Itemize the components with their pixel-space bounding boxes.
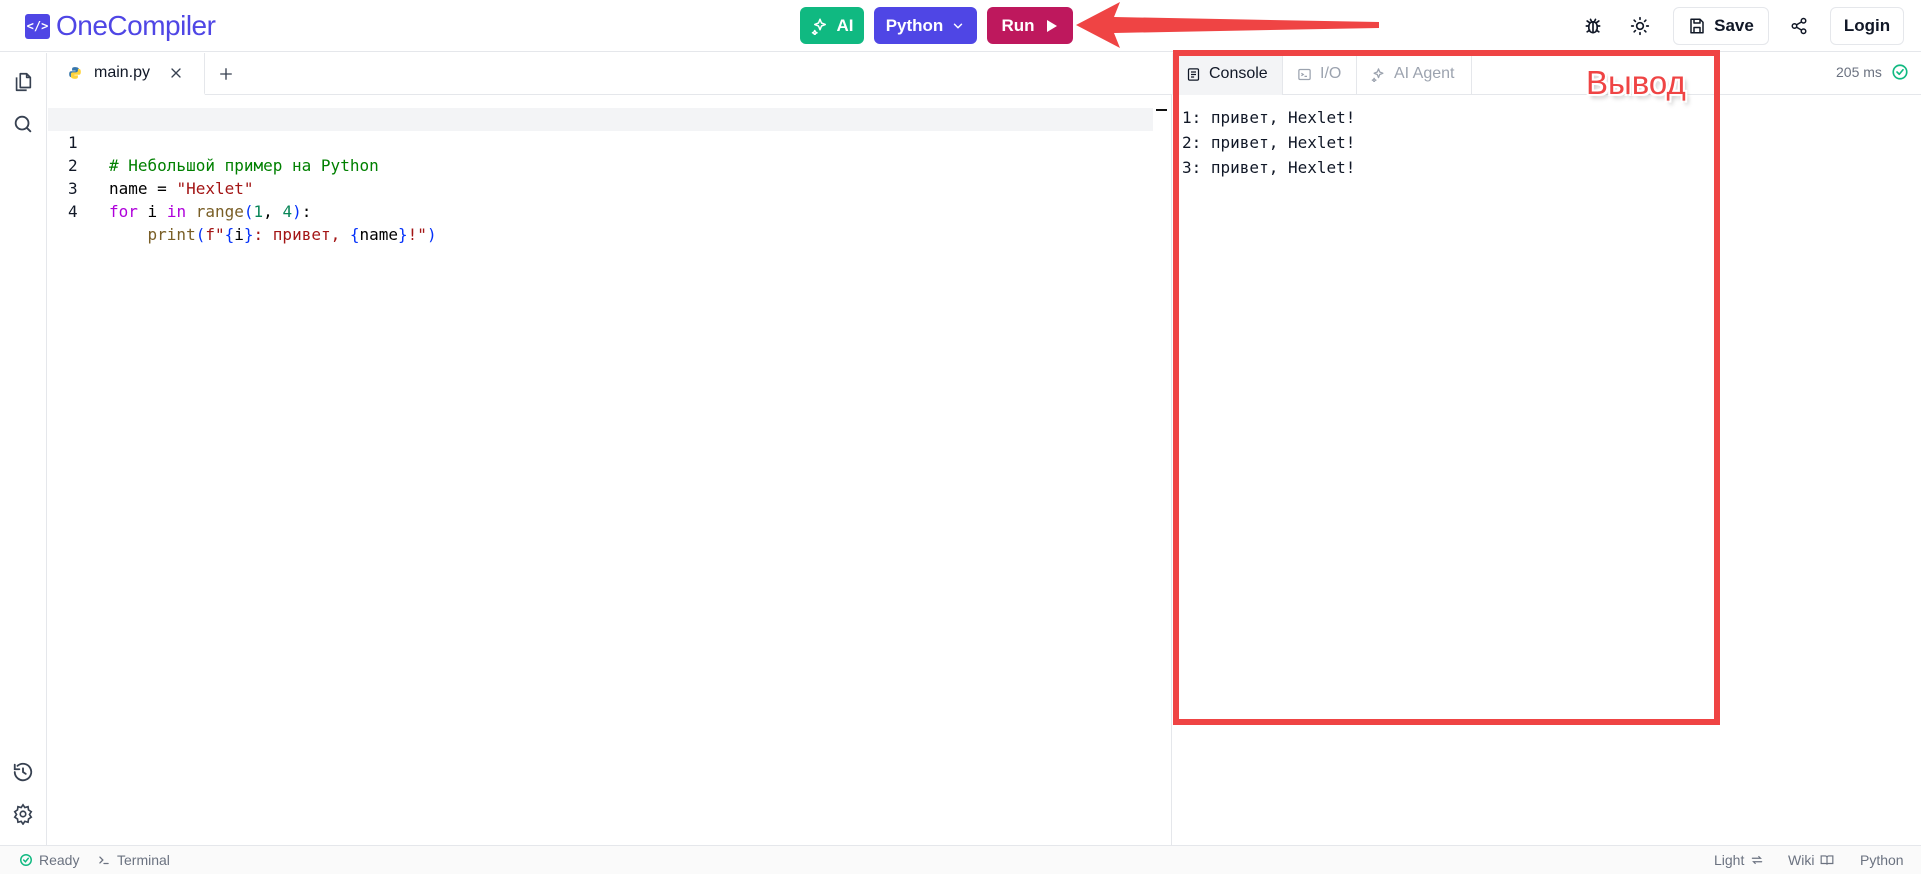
code-token: ) bbox=[292, 202, 302, 221]
editor-tab-bar: main.py bbox=[48, 53, 1172, 95]
language-select[interactable]: Python bbox=[874, 7, 977, 44]
code-token: ( bbox=[195, 225, 206, 244]
check-circle-icon bbox=[1892, 64, 1908, 80]
tab-io[interactable]: I/O bbox=[1283, 53, 1357, 95]
code-string: : привет, bbox=[253, 225, 350, 244]
run-button-label: Run bbox=[1001, 15, 1035, 35]
activity-rail bbox=[0, 53, 47, 845]
search-icon[interactable] bbox=[10, 111, 36, 137]
files-icon[interactable] bbox=[10, 69, 36, 95]
code-line[interactable]: 2 name = "Hexlet" bbox=[48, 131, 1153, 198]
login-button[interactable]: Login bbox=[1830, 7, 1904, 45]
code-token: { bbox=[224, 225, 235, 244]
pane-splitter[interactable] bbox=[1154, 95, 1172, 845]
code-token: ( bbox=[243, 202, 254, 221]
tab-ai-agent[interactable]: AI Agent bbox=[1357, 53, 1472, 95]
python-file-icon bbox=[69, 67, 81, 79]
code-number: 4 bbox=[282, 202, 293, 221]
tab-ai-agent-label: AI Agent bbox=[1394, 65, 1455, 82]
status-bar: Ready Terminal Light Wiki Python bbox=[0, 845, 1921, 874]
logo-text: OneCompiler bbox=[56, 10, 216, 41]
tab-console[interactable]: Console bbox=[1172, 53, 1283, 95]
console-line: 2: привет, Hexlet! bbox=[1182, 133, 1356, 152]
status-language[interactable]: Python bbox=[1860, 852, 1904, 868]
code-line[interactable]: 4 print(f"{i}: привет, {name}!") bbox=[48, 177, 1153, 244]
line-number: 4 bbox=[68, 202, 78, 221]
status-language-label: Python bbox=[1860, 852, 1904, 868]
theme-toggle-label: Light bbox=[1714, 852, 1745, 868]
execution-time: 205 ms bbox=[1836, 64, 1882, 80]
code-token: name bbox=[359, 225, 399, 244]
console-icon bbox=[1187, 67, 1200, 81]
play-icon bbox=[1046, 19, 1057, 32]
code-token: ) bbox=[426, 225, 437, 244]
code-number: 1 bbox=[253, 202, 264, 221]
theme-sun-icon[interactable] bbox=[1627, 13, 1653, 39]
app-window: </> OneCompiler AI Python Run Save Login… bbox=[0, 0, 1921, 874]
check-circle-icon bbox=[20, 854, 32, 866]
code-line[interactable]: 1 # Небольшой пример на Python bbox=[48, 108, 1153, 175]
code-token: , bbox=[263, 202, 283, 221]
terminal-toggle[interactable]: Terminal bbox=[97, 852, 170, 868]
status-ready: Ready bbox=[19, 852, 79, 868]
close-icon[interactable] bbox=[168, 65, 184, 86]
code-line[interactable]: 3 for i in range(1, 4): bbox=[48, 154, 1153, 221]
wiki-link[interactable]: Wiki bbox=[1788, 852, 1834, 868]
code-keyword: in bbox=[166, 202, 187, 221]
swap-icon bbox=[1752, 855, 1763, 865]
run-button[interactable]: Run bbox=[987, 7, 1073, 44]
console-line: 1: привет, Hexlet! bbox=[1182, 108, 1356, 127]
code-token: } bbox=[243, 225, 254, 244]
terminal-prompt-icon bbox=[99, 856, 109, 865]
tab-main-py-label: main.py bbox=[94, 64, 151, 81]
annotation-label: Вывод bbox=[1586, 64, 1686, 101]
wiki-link-label: Wiki bbox=[1788, 852, 1815, 868]
theme-toggle[interactable]: Light bbox=[1714, 852, 1764, 868]
sparkles-icon bbox=[811, 18, 826, 35]
output-tab-bar: Console I/O AI Agent bbox=[1172, 53, 1921, 95]
code-editor[interactable]: 1 # Небольшой пример на Python 2 name = … bbox=[48, 108, 1153, 843]
add-tab-plus-icon[interactable] bbox=[214, 62, 238, 86]
share-icon[interactable] bbox=[1786, 13, 1812, 39]
save-button[interactable]: Save bbox=[1673, 7, 1769, 45]
settings-gear-icon[interactable] bbox=[10, 801, 36, 827]
ai-button-label: AI bbox=[836, 15, 854, 35]
code-token: } bbox=[398, 225, 408, 244]
tab-console-label: Console bbox=[1209, 65, 1268, 82]
code-token: i bbox=[137, 202, 167, 221]
language-select-label: Python bbox=[885, 15, 944, 35]
code-string: f" bbox=[205, 225, 225, 244]
code-token: i bbox=[234, 225, 244, 244]
logo-mark: </> bbox=[25, 13, 50, 39]
console-line: 3: привет, Hexlet! bbox=[1182, 158, 1356, 177]
sparkles-icon bbox=[1371, 67, 1384, 82]
code-keyword: for bbox=[109, 202, 138, 221]
code-function: print bbox=[147, 225, 196, 244]
ai-button[interactable]: AI bbox=[800, 7, 864, 44]
history-icon[interactable] bbox=[10, 759, 36, 785]
tab-io-label: I/O bbox=[1320, 65, 1342, 82]
annotation-arrow-icon bbox=[1076, 2, 1379, 48]
terminal-toggle-label: Terminal bbox=[117, 852, 170, 868]
code-function: range bbox=[195, 202, 244, 221]
save-button-label: Save bbox=[1714, 16, 1754, 35]
chevron-down-icon bbox=[954, 23, 963, 28]
book-open-icon bbox=[1821, 855, 1834, 865]
status-ready-label: Ready bbox=[39, 852, 80, 868]
console-output: 1: привет, Hexlet! 2: привет, Hexlet! 3:… bbox=[1182, 105, 1355, 180]
code-token: { bbox=[349, 225, 360, 244]
save-floppy-icon bbox=[1690, 18, 1704, 34]
top-header: </> OneCompiler AI Python Run Save Login bbox=[0, 0, 1921, 52]
debug-bug-icon[interactable] bbox=[1580, 13, 1606, 39]
code-token: : bbox=[301, 202, 312, 221]
code-string: !" bbox=[407, 225, 427, 244]
logo[interactable]: </> OneCompiler bbox=[25, 10, 216, 42]
terminal-io-icon bbox=[1298, 68, 1311, 80]
